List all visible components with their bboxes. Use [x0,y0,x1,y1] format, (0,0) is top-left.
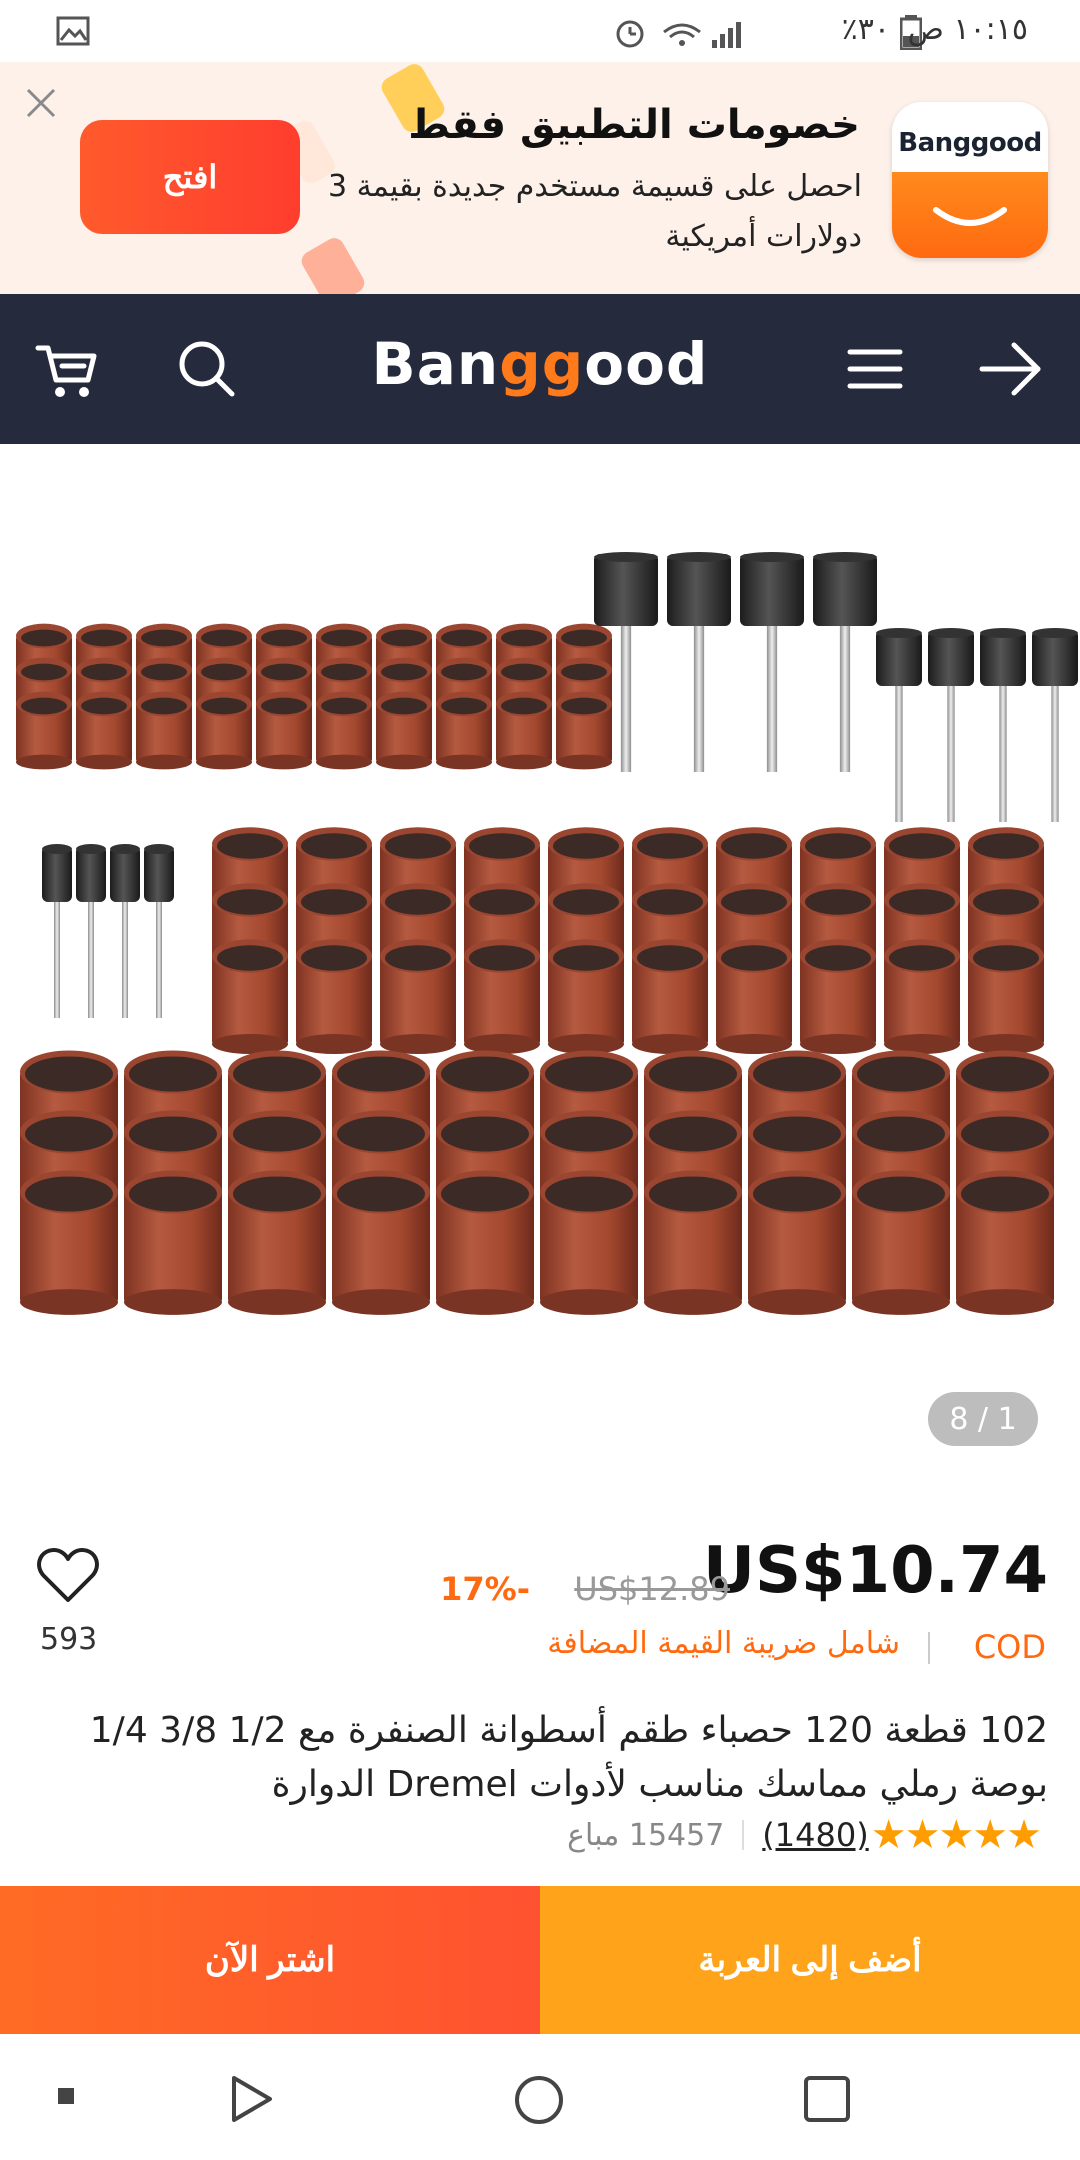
nav-home-icon[interactable] [513,2074,565,2126]
image-counter: 8 / 1 [928,1392,1038,1446]
mandrel [876,628,922,822]
original-price: US$12.89 [574,1570,730,1608]
sanding-band [380,939,456,1055]
menu-icon[interactable] [838,332,912,406]
alarm-wifi-signal-icon [616,20,741,48]
logo-text-start: Ban [371,330,500,398]
sanding-band [76,691,132,770]
divider [928,1632,930,1664]
system-navigation-bar [0,2034,1080,2160]
sanding-band [884,939,960,1055]
mandrel [42,844,72,1018]
sanding-band [16,691,72,770]
nav-dot-icon[interactable] [56,2086,76,2106]
vat-label: شامل ضريبة القيمة المضافة [547,1626,900,1661]
sanding-band [496,691,552,770]
heart-icon[interactable] [36,1546,100,1604]
sanding-band [632,939,708,1055]
purchase-actions: اشتر الآن أضف إلى العربة [0,1886,1080,2034]
mandrel [813,552,877,772]
app-icon-label: Banggood [898,128,1042,158]
product-title: 102 قطعة 120 حصباء طقم أسطوانة الصنفرة م… [89,1710,1048,1805]
logo-text-highlight: gg [499,330,585,398]
status-icons [612,14,762,54]
sanding-band [316,691,372,770]
sanding-band [296,939,372,1055]
sanding-band [136,691,192,770]
status-bar: ٣٠٪ ١٠:١٥ ص [0,0,1080,62]
review-count-link[interactable]: (1480) [762,1816,868,1854]
cod-label: COD [973,1628,1046,1666]
sanding-band [228,1170,326,1315]
product-image-gallery[interactable]: 8 / 1 [0,444,1080,1494]
buy-now-button[interactable]: اشتر الآن [0,1886,540,2034]
mandrel [928,628,974,822]
nav-play-icon[interactable] [226,2074,276,2124]
sanding-band [464,939,540,1055]
sanding-band [436,1170,534,1315]
sanding-band [196,691,252,770]
wishlist-count: 593 [40,1622,98,1657]
promo-description: احصل على قسيمة مستخدم جديدة بقيمة 3 دولا… [327,169,862,254]
sanding-band [332,1170,430,1315]
sanding-band [548,939,624,1055]
mandrel [76,844,106,1018]
add-to-cart-button[interactable]: أضف إلى العربة [540,1886,1080,2034]
current-price: US$10.74 [702,1534,1048,1608]
mandrel [667,552,731,772]
sanding-band [436,691,492,770]
product-image [16,552,1078,1315]
mandrel [110,844,140,1018]
battery-percent: ٣٠٪ [841,12,890,47]
discount-badge: 17%- [440,1570,530,1608]
banggood-app-icon: Banggood [892,102,1048,258]
star-rating-icon: ★★★★★ [870,1812,1042,1858]
sanding-band [556,691,612,770]
nav-recents-icon[interactable] [802,2074,852,2124]
mandrel [1032,628,1078,822]
mandrel [980,628,1026,822]
sanding-band [956,1170,1054,1315]
mandrel [144,844,174,1018]
promo-title: خصومات التطبيق فقط [408,102,860,148]
sanding-band [256,691,312,770]
top-navigation: Banggood [0,294,1080,444]
sanding-band [212,939,288,1055]
logo-text-end: ood [584,330,709,398]
product-info: 593 US$10.74 US$12.89 17%- COD شامل ضريب… [0,1494,1080,1886]
divider [742,1820,745,1850]
smile-logo-icon [933,207,1007,226]
sanding-band [716,939,792,1055]
rating-row[interactable]: ★★★★★ (1480) 15457 مباع [567,1812,1042,1858]
mandrel [740,552,804,772]
open-app-button[interactable]: افتح [80,120,300,234]
back-arrow-icon[interactable] [974,332,1048,406]
banggood-logo[interactable]: Banggood [0,330,1080,398]
sanding-band [852,1170,950,1315]
sanding-band [20,1170,118,1315]
close-icon[interactable] [24,86,58,120]
sanding-band [376,691,432,770]
gallery-notification-icon [56,16,90,46]
sanding-band [968,939,1044,1055]
sanding-band [748,1170,846,1315]
sanding-band [644,1170,742,1315]
sold-count: 15457 مباع [567,1817,725,1853]
sanding-band [800,939,876,1055]
clock: ١٠:١٥ ص [907,12,1028,47]
sanding-band [540,1170,638,1315]
sanding-band [124,1170,222,1315]
app-promo-banner: افتح خصومات التطبيق فقط احصل على قسيمة م… [0,62,1080,294]
